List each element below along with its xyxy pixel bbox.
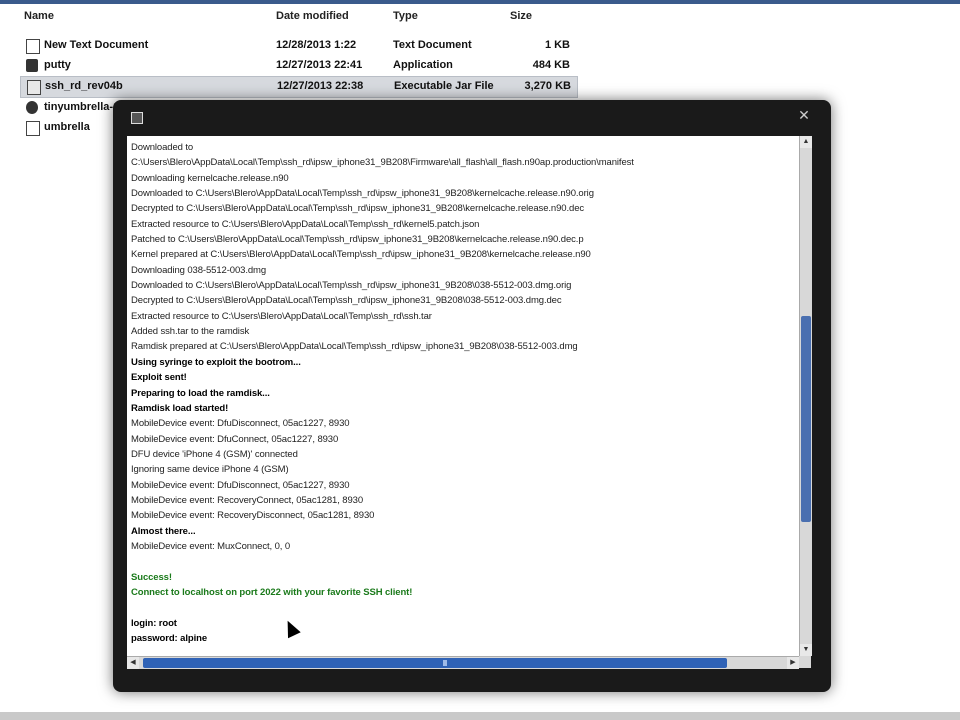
scroll-down-icon[interactable]: ▼ bbox=[800, 644, 812, 656]
log-line: Kernel prepared at C:\Users\Blero\AppDat… bbox=[131, 249, 591, 261]
file-name: putty bbox=[44, 59, 71, 71]
file-name: tinyumbrella-1 bbox=[44, 101, 120, 113]
log-line: Success! bbox=[131, 571, 172, 583]
log-line: MobileDevice event: RecoveryDisconnect, … bbox=[131, 510, 375, 522]
log-line: MobileDevice event: DfuConnect, 05ac1227… bbox=[131, 433, 339, 445]
console-window[interactable]: ✕ Downloaded to C:\Users\Blero\AppData\Lo… bbox=[113, 100, 831, 692]
file-date: 12/28/2013 1:22 bbox=[276, 39, 357, 51]
log-line: Preparing to load the ramdisk... bbox=[131, 387, 270, 399]
file-type: Application bbox=[393, 59, 453, 71]
log-line: Downloading kernelcache.release.n90 bbox=[131, 172, 289, 184]
log-line: Decrypted to C:\Users\Blero\AppData\Loca… bbox=[131, 295, 562, 307]
log-line: Ramdisk load started! bbox=[131, 402, 229, 414]
text-file-icon bbox=[26, 39, 40, 54]
log-line: Using syringe to exploit the bootrom... bbox=[131, 356, 301, 368]
log-line: Ignoring same device iPhone 4 (GSM) bbox=[131, 464, 289, 476]
column-header-size[interactable]: Size bbox=[510, 10, 532, 22]
file-row[interactable]: ssh_rd_rev04b 12/27/2013 22:38 Executable … bbox=[20, 76, 578, 98]
log-text: Downloaded to C:\Users\Blero\AppData\Loca… bbox=[131, 140, 797, 646]
log-line: DFU device 'iPhone 4 (GSM)' connected bbox=[131, 448, 298, 460]
log-line: Decrypted to C:\Users\Blero\AppData\Loca… bbox=[131, 203, 585, 215]
jar-file-icon bbox=[27, 80, 41, 95]
file-type: Text Document bbox=[393, 39, 472, 51]
file-list-header: Name Date modified Type Size bbox=[0, 8, 960, 28]
log-line: C:\Users\Blero\AppData\Local\Temp\ssh_rd… bbox=[131, 157, 634, 169]
log-line: Ramdisk prepared at C:\Users\Blero\AppDa… bbox=[131, 341, 578, 353]
console-output[interactable]: Downloaded to C:\Users\Blero\AppData\Loca… bbox=[127, 136, 799, 656]
scroll-left-icon[interactable]: ◀ bbox=[127, 657, 139, 669]
vertical-scrollbar[interactable]: ▲ ▼ bbox=[799, 136, 812, 656]
scroll-up-icon[interactable]: ▲ bbox=[800, 136, 812, 148]
log-line: MobileDevice event: RecoveryConnect, 05a… bbox=[131, 494, 364, 506]
log-line: Extracted resource to C:\Users\Blero\App… bbox=[131, 310, 432, 322]
taskbar-edge bbox=[0, 712, 960, 720]
log-line: Extracted resource to C:\Users\Blero\App… bbox=[131, 218, 480, 230]
scroll-right-icon[interactable]: ▶ bbox=[787, 657, 799, 669]
log-line: password: alpine bbox=[131, 633, 208, 644]
column-header-name[interactable]: Name bbox=[24, 10, 54, 22]
file-size: 3,270 KB bbox=[524, 80, 571, 92]
column-header-type[interactable]: Type bbox=[393, 10, 418, 22]
file-row[interactable]: putty 12/27/2013 22:41 Application 484 KB bbox=[0, 56, 600, 76]
vertical-scroll-thumb[interactable] bbox=[801, 316, 811, 523]
gear-icon bbox=[26, 101, 38, 114]
log-line: Exploit sent! bbox=[131, 372, 187, 384]
scrollbar-corner bbox=[799, 656, 811, 668]
log-line: MobileDevice event: DfuDisconnect, 05ac1… bbox=[131, 479, 350, 491]
log-line: Almost there... bbox=[131, 525, 196, 537]
horizontal-scroll-thumb[interactable] bbox=[143, 658, 727, 668]
application-icon bbox=[26, 59, 38, 72]
file-size: 484 KB bbox=[532, 59, 570, 71]
horizontal-scrollbar[interactable]: ◀ ▶ bbox=[127, 656, 799, 669]
log-line: Downloaded to C:\Users\Blero\AppData\Loc… bbox=[131, 280, 572, 292]
log-line: Patched to C:\Users\Blero\AppData\Local\… bbox=[131, 234, 584, 246]
file-name: umbrella bbox=[44, 121, 90, 133]
log-line: MobileDevice event: DfuDisconnect, 05ac1… bbox=[131, 418, 350, 430]
log-line: MobileDevice event: MuxConnect, 0, 0 bbox=[131, 540, 291, 552]
log-line: Connect to localhost on port 2022 with y… bbox=[131, 586, 413, 598]
window-top-border bbox=[0, 0, 960, 4]
file-size: 1 KB bbox=[544, 39, 570, 51]
file-name: New Text Document bbox=[44, 39, 149, 51]
file-type: Executable Jar File bbox=[394, 80, 494, 92]
file-name: ssh_rd_rev04b bbox=[45, 80, 123, 92]
close-button[interactable]: ✕ bbox=[791, 106, 817, 124]
window-icon[interactable] bbox=[131, 112, 143, 124]
column-header-date[interactable]: Date modified bbox=[276, 10, 349, 22]
scroll-grip-icon bbox=[443, 660, 447, 666]
log-line: Downloaded to C:\Users\Blero\AppData\Loc… bbox=[131, 188, 594, 200]
log-line: Downloading 038-5512-003.dmg bbox=[131, 264, 267, 276]
file-date: 12/27/2013 22:41 bbox=[276, 59, 363, 71]
log-line: Added ssh.tar to the ramdisk bbox=[131, 326, 250, 338]
log-line: Downloaded to bbox=[131, 142, 194, 153]
text-file-icon bbox=[26, 121, 40, 136]
file-date: 12/27/2013 22:38 bbox=[277, 80, 364, 92]
file-row[interactable]: New Text Document 12/28/2013 1:22 Text Doc… bbox=[0, 36, 600, 56]
log-line: login: root bbox=[131, 617, 177, 629]
